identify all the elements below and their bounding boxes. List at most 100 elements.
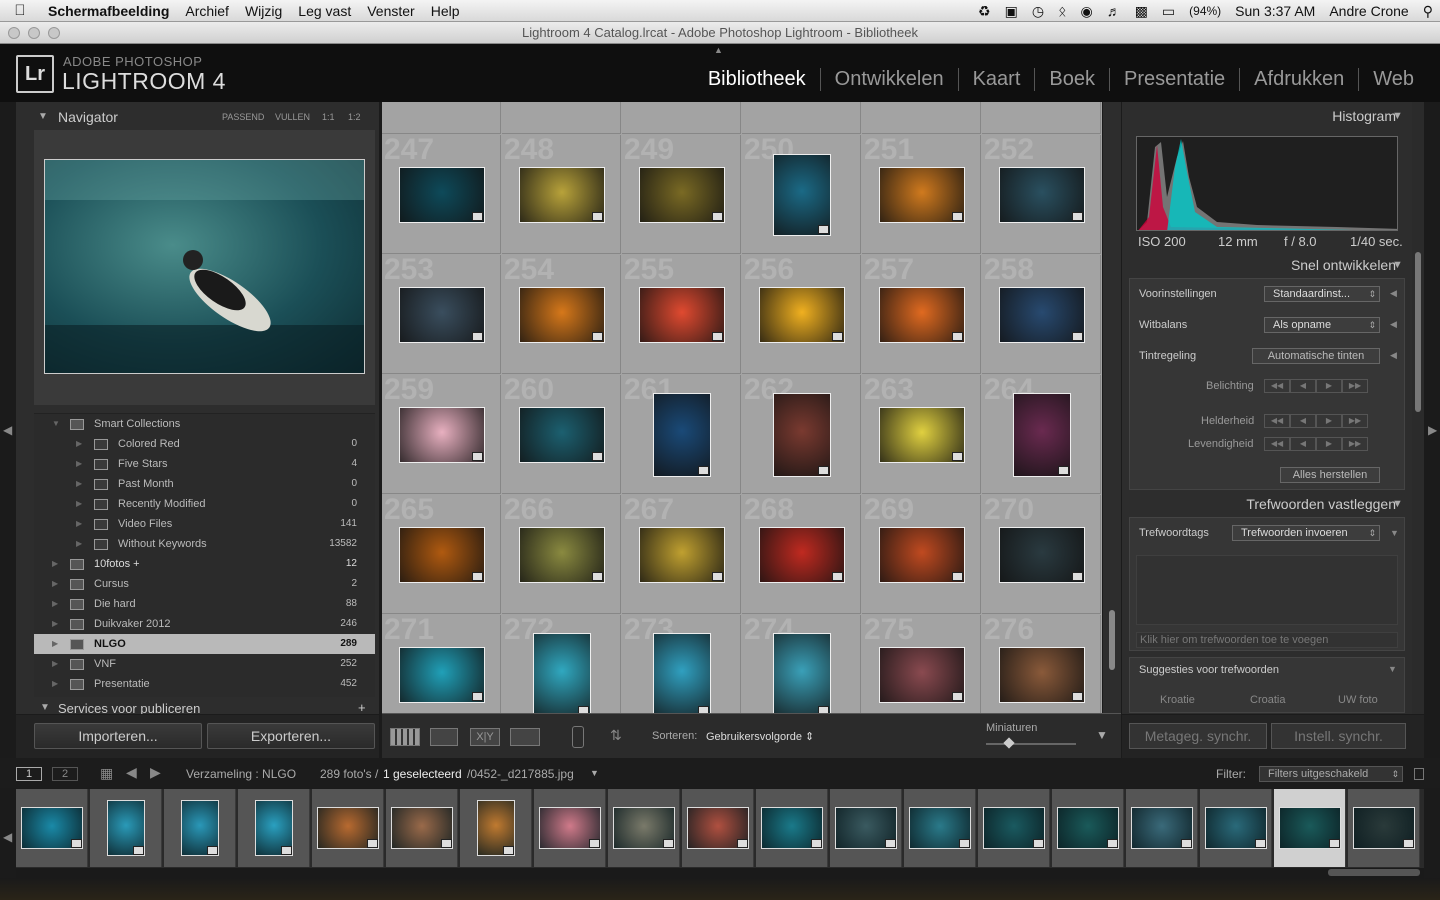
menu-archief[interactable]: Archief — [177, 3, 237, 19]
filmstrip-cell[interactable] — [90, 789, 162, 867]
filmstrip-cell[interactable] — [534, 789, 606, 867]
filmstrip-cell[interactable] — [756, 789, 828, 867]
grid-cell[interactable] — [982, 102, 1101, 134]
virtual-copy-badge-icon[interactable] — [1072, 332, 1083, 341]
grid-cell[interactable]: 258 — [982, 253, 1101, 374]
virtual-copy-badge-icon[interactable] — [712, 572, 723, 581]
right-scroll-thumb[interactable] — [1415, 252, 1421, 412]
top-panel-toggle-icon[interactable]: ▲ — [714, 45, 723, 55]
module-ontwikkelen[interactable]: Ontwikkelen — [819, 68, 958, 91]
filmstrip-cell[interactable] — [460, 789, 532, 867]
virtual-copy-badge-icon[interactable] — [952, 572, 963, 581]
histogram-collapse-icon[interactable]: ▼ — [1392, 110, 1403, 122]
collection-row[interactable]: ▼ Smart Collections — [34, 414, 375, 434]
clock[interactable]: Sun 3:37 AM — [1228, 3, 1322, 19]
module-kaart[interactable]: Kaart — [957, 68, 1035, 91]
virtual-copy-badge-icon[interactable] — [663, 839, 674, 848]
suggestion-3[interactable]: UW foto — [1338, 694, 1378, 706]
filmstrip-cell[interactable] — [1348, 789, 1420, 867]
right-panel-scrollbar[interactable] — [1412, 102, 1424, 714]
virtual-copy-badge-icon[interactable] — [712, 212, 723, 221]
virtual-copy-badge-icon[interactable] — [832, 572, 843, 581]
collection-row[interactable]: ▶ Past Month 0 — [34, 474, 375, 494]
close-button[interactable] — [8, 27, 20, 39]
grid-cell[interactable]: 254 — [502, 253, 621, 374]
user-name[interactable]: Andre Crone — [1322, 3, 1415, 19]
virtual-copy-badge-icon[interactable] — [1255, 839, 1266, 848]
keywording-collapse-icon[interactable]: ▼ — [1392, 498, 1403, 510]
filmstrip-cell[interactable] — [830, 789, 902, 867]
services-header[interactable]: ▼ Services voor publiceren + — [34, 700, 375, 714]
collapsed-triangle-icon[interactable]: ▶ — [52, 674, 58, 694]
keyword-text-area[interactable] — [1136, 555, 1398, 625]
suggestion-2[interactable]: Croatia — [1250, 694, 1285, 706]
grid-cell[interactable]: 271 — [382, 613, 501, 713]
grid-cell[interactable] — [742, 102, 861, 134]
virtual-copy-badge-icon[interactable] — [1072, 212, 1083, 221]
grid-cell[interactable]: 274 — [742, 613, 861, 713]
grid-cell[interactable] — [502, 102, 621, 134]
collection-row[interactable]: ▶ Colored Red 0 — [34, 434, 375, 454]
grid-cell[interactable] — [382, 102, 501, 134]
filmstrip-left-toggle-icon[interactable]: ◀ — [3, 830, 12, 844]
grid-cell[interactable]: 251 — [862, 133, 981, 254]
menu-venster[interactable]: Venster — [359, 3, 422, 19]
grid-cell[interactable]: 263 — [862, 373, 981, 494]
filmstrip-cell[interactable] — [1200, 789, 1272, 867]
grid-cell[interactable]: 273 — [622, 613, 741, 713]
navigator-image[interactable] — [44, 159, 365, 374]
virtual-copy-badge-icon[interactable] — [698, 706, 709, 713]
virtual-copy-badge-icon[interactable] — [959, 839, 970, 848]
sync-metadata-button[interactable]: Metageg. synchr. — [1129, 723, 1267, 749]
collection-row[interactable]: ▶ Die hard 88 — [34, 594, 375, 614]
thumbnail-image[interactable] — [653, 633, 711, 713]
import-button[interactable]: Importeren... — [34, 723, 202, 749]
filmstrip-cell[interactable] — [312, 789, 384, 867]
virtual-copy-badge-icon[interactable] — [207, 846, 218, 855]
exposure-stepper[interactable]: ◀◀ ◀ ▶ ▶▶ — [1264, 379, 1368, 393]
virtual-copy-badge-icon[interactable] — [472, 212, 483, 221]
reset-all-button[interactable]: Alles herstellen — [1280, 467, 1380, 483]
grid-cell[interactable]: 264 — [982, 373, 1101, 494]
grid-cell[interactable]: 257 — [862, 253, 981, 374]
keyword-tags-dropdown[interactable]: Trefwoorden invoeren ⇕ — [1232, 525, 1380, 541]
window-1-button[interactable]: 1 — [16, 767, 42, 781]
display-icon[interactable]: ▣ — [998, 3, 1025, 20]
filmstrip-scrollbar[interactable] — [16, 868, 1424, 878]
filmstrip-cell[interactable] — [978, 789, 1050, 867]
virtual-copy-badge-icon[interactable] — [578, 706, 589, 713]
collection-row[interactable]: ▶ Presentatie 452 — [34, 674, 375, 694]
grid-cell[interactable]: 262 — [742, 373, 861, 494]
auto-tone-button[interactable]: Automatische tinten — [1252, 348, 1380, 364]
thumbnail-image[interactable] — [773, 154, 831, 236]
virtual-copy-badge-icon[interactable] — [503, 846, 514, 855]
virtual-copy-badge-icon[interactable] — [1329, 839, 1340, 848]
wb-dropdown[interactable]: Als opname ⇕ — [1264, 317, 1380, 333]
sync-icon[interactable]: ♻ — [971, 3, 998, 20]
virtual-copy-badge-icon[interactable] — [1181, 839, 1192, 848]
preset-dropdown[interactable]: Standaardinst... ⇕ — [1264, 286, 1380, 302]
virtual-copy-badge-icon[interactable] — [1072, 692, 1083, 701]
module-presentatie[interactable]: Presentatie — [1109, 68, 1239, 91]
thumbnail-image[interactable] — [773, 393, 831, 477]
quick-develop-collapse-icon[interactable]: ▼ — [1392, 259, 1403, 271]
grid-cell[interactable]: 247 — [382, 133, 501, 254]
collapsed-triangle-icon[interactable]: ▶ — [52, 574, 58, 594]
collection-row[interactable]: ▶ NLGO 289 — [34, 634, 375, 654]
filmstrip-cell[interactable] — [386, 789, 458, 867]
filmstrip-cell[interactable] — [164, 789, 236, 867]
sort-direction-icon[interactable]: ⇅ — [610, 727, 622, 744]
minimize-button[interactable] — [28, 27, 40, 39]
time-machine-icon[interactable]: ◷ — [1025, 3, 1051, 20]
grid-cell[interactable]: 268 — [742, 493, 861, 614]
grid-cell[interactable]: 250 — [742, 133, 861, 254]
collection-row[interactable]: ▶ Recently Modified 0 — [34, 494, 375, 514]
wb-expand-icon[interactable]: ◀ — [1390, 319, 1397, 330]
clarity-stepper[interactable]: ◀◀ ◀ ▶ ▶▶ — [1264, 414, 1368, 428]
grid-cell[interactable] — [862, 102, 981, 134]
virtual-copy-badge-icon[interactable] — [818, 225, 829, 234]
vibrance-stepper[interactable]: ◀◀ ◀ ▶ ▶▶ — [1264, 437, 1368, 451]
bluetooth-icon[interactable]: ᛟ — [1051, 3, 1073, 19]
volume-icon[interactable]: ♬ — [1100, 3, 1128, 19]
grid-view-icon[interactable] — [390, 728, 420, 746]
